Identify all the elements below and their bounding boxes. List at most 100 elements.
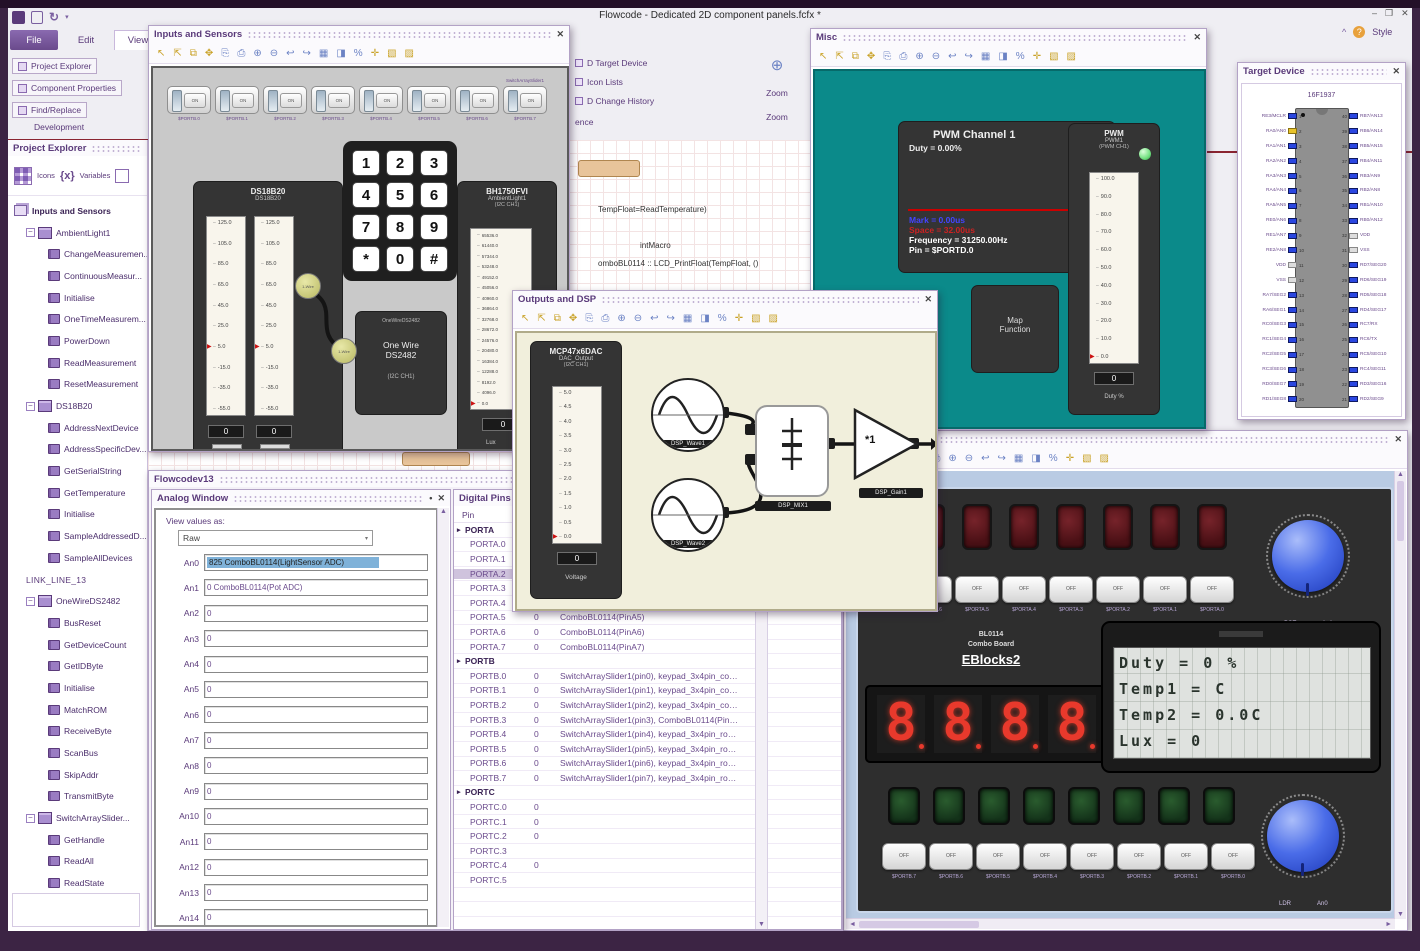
toolbar-icon[interactable]: % xyxy=(354,48,363,59)
toolbar-icon[interactable]: ◨ xyxy=(700,313,709,324)
toolbar-icon[interactable]: ✛ xyxy=(735,313,743,324)
toolbar-icon[interactable]: ▨ xyxy=(405,48,414,59)
analog-value-field[interactable]: 0 xyxy=(204,630,428,648)
tree-item-ambientlight1[interactable]: – AmbientLight1 xyxy=(8,222,147,244)
analog-window-titlebar[interactable]: Analog Window • ✕ xyxy=(152,490,450,506)
close-button[interactable]: ✕ xyxy=(1401,8,1409,19)
tree-item-getdevicecount[interactable]: GetDeviceCount xyxy=(8,634,147,656)
tree-item-readstate[interactable]: ReadState xyxy=(8,872,147,894)
pwm-slider-component[interactable]: PWM PWM1 (PWM CH1) –100.0–90.0–80.0–70.0… xyxy=(1068,123,1160,415)
chip-pin-39[interactable]: 39 RB6/AN14 xyxy=(1337,124,1401,139)
digital-pin-row-portc-4[interactable]: PORTC.4 0 xyxy=(454,859,841,874)
restore-button[interactable]: ❐ xyxy=(1385,8,1393,19)
checkbox-icon[interactable] xyxy=(575,97,583,105)
digital-pin-row-portc-0[interactable]: PORTC.0 0 xyxy=(454,800,841,815)
project-explorer-button[interactable]: Project Explorer xyxy=(12,58,98,74)
toolbar-icon[interactable]: % xyxy=(1016,51,1025,62)
tree-item-powerdown[interactable]: PowerDown xyxy=(8,330,147,352)
toolbar-icon[interactable]: ↖ xyxy=(157,48,165,59)
toolbar-icon[interactable]: ⎙ xyxy=(237,48,245,59)
chip-pin-13[interactable]: RA7/SEG2 13 xyxy=(1244,288,1309,303)
analog-row-an5[interactable]: An5 0 xyxy=(162,680,428,698)
chip-pin-2[interactable]: RA0/AN0 2 xyxy=(1244,124,1309,139)
horizontal-scrollbar[interactable]: ◄ ► xyxy=(846,918,1395,929)
tree-item-onewireds2482[interactable]: – OneWireDS2482 xyxy=(8,590,147,612)
analog-row-an4[interactable]: An4 0 xyxy=(162,655,428,673)
board-button--portb-2[interactable]: OFF $PORTB.2 xyxy=(1117,843,1161,880)
view-values-dropdown[interactable]: Raw ▾ xyxy=(178,530,373,546)
tree-item-initialise[interactable]: Initialise xyxy=(8,504,147,526)
outputs-window-titlebar[interactable]: Outputs and DSP ✕ xyxy=(513,291,937,308)
toolbar-icon[interactable]: ↩ xyxy=(650,313,658,324)
project-explorer-header[interactable]: Project Explorer xyxy=(8,140,147,156)
duty-value[interactable]: 0 xyxy=(1094,372,1134,385)
close-icon[interactable]: ✕ xyxy=(1193,32,1201,43)
onewire-connector[interactable]: 1-Wire xyxy=(331,338,357,364)
analog-value-field[interactable]: 0 xyxy=(204,858,428,876)
toolbar-icon[interactable]: ▧ xyxy=(751,313,760,324)
chip-pin-26[interactable]: 26 RC7/RX xyxy=(1337,317,1401,332)
digital-pin-row-portc-1[interactable]: PORTC.1 0 xyxy=(454,815,841,830)
board-button--porta-2[interactable]: OFF $PORTA.2 xyxy=(1096,576,1140,613)
toolbar-icon[interactable]: ✥ xyxy=(867,51,875,62)
chip-pin-33[interactable]: 33 RB0/AN12 xyxy=(1337,213,1401,228)
toggle-icon-lists[interactable]: Icon Lists xyxy=(575,77,654,87)
analog-value-field[interactable]: 0 xyxy=(204,757,428,775)
toolbar-icon[interactable]: ⊖ xyxy=(634,313,642,324)
vertical-scrollbar[interactable]: ▲ xyxy=(437,508,449,927)
chip-pin-20[interactable]: RD1/SEG8 20 xyxy=(1244,392,1309,407)
toolbar-icon[interactable]: ↪ xyxy=(302,48,310,59)
analog-row-an3[interactable]: An3 0 xyxy=(162,630,428,648)
expander-icon[interactable]: – xyxy=(26,228,35,238)
chip-pin-8[interactable]: RE0/AN6 8 xyxy=(1244,213,1309,228)
close-icon[interactable]: ✕ xyxy=(1392,66,1400,77)
chip-pin-29[interactable]: 29 RD6/SEG19 xyxy=(1337,273,1401,288)
digital-pin-row-porta-7[interactable]: PORTA.7 0 ComboBL0114(PinA7) xyxy=(454,640,841,655)
analog-row-an12[interactable]: An12 0 xyxy=(162,858,428,876)
board-button--portb-7[interactable]: OFF $PORTB.7 xyxy=(882,843,926,880)
digital-pin-row-portb-3[interactable]: PORTB.3 0 SwitchArraySlider1(pin3), ComboB… xyxy=(454,713,841,728)
tree-item-ds18b20[interactable]: – DS18B20 xyxy=(8,395,147,417)
chip-pin-16[interactable]: RC1/SEG4 16 xyxy=(1244,332,1309,347)
digital-pin-row-portb-2[interactable]: PORTB.2 0 SwitchArraySlider1(pin2), keypad… xyxy=(454,698,841,713)
toolbar-icon[interactable]: ⎙ xyxy=(899,51,907,62)
flowchart-block[interactable] xyxy=(578,160,640,177)
outputs-canvas[interactable]: MCP47x6DAC DAC_Output (I2C CH1) –5.0–4.5… xyxy=(515,331,937,611)
undo-redo-icon[interactable]: ↻ xyxy=(49,10,59,24)
toolbar-icon[interactable]: ✛ xyxy=(371,48,379,59)
toolbar-icon[interactable]: ▦ xyxy=(1014,453,1023,464)
chip-pin-25[interactable]: 25 RC6/TX xyxy=(1337,332,1401,347)
analog-row-an10[interactable]: An10 0 xyxy=(162,807,428,825)
board-button--porta-3[interactable]: OFF $PORTA.3 xyxy=(1049,576,1093,613)
tree-item-changemeasuremen-[interactable]: ChangeMeasuremen... xyxy=(8,243,147,265)
toolbar-icon[interactable]: ⇱ xyxy=(173,48,181,59)
analog-value-field[interactable]: 0 xyxy=(204,833,428,851)
toolbar-icon[interactable]: ↖ xyxy=(819,51,827,62)
analog-row-an11[interactable]: An11 0 xyxy=(162,833,428,851)
analog-row-an13[interactable]: An13 0 xyxy=(162,884,428,902)
chip-pin-30[interactable]: 30 RD7/SEG20 xyxy=(1337,258,1401,273)
chip-pin-9[interactable]: RE1/AN7 9 xyxy=(1244,228,1309,243)
analog-value-field[interactable]: 0 xyxy=(204,731,428,749)
board-button--portb-6[interactable]: OFF $PORTB.6 xyxy=(929,843,973,880)
ldr-knob[interactable] xyxy=(1267,800,1339,872)
digital-pin-row-portb-1[interactable]: PORTB.1 0 SwitchArraySlider1(pin1), keypad… xyxy=(454,684,841,699)
toolbar-icon[interactable]: ◨ xyxy=(336,48,345,59)
onewire-connector[interactable]: 1-Wire xyxy=(295,273,321,299)
tree-item-scanbus[interactable]: ScanBus xyxy=(8,742,147,764)
toolbar-icon[interactable]: ⎘ xyxy=(221,48,229,59)
chip-pin-38[interactable]: 38 RB5/AN15 xyxy=(1337,139,1401,154)
analog-row-an6[interactable]: An6 0 xyxy=(162,706,428,724)
board-button--porta-1[interactable]: OFF $PORTA.1 xyxy=(1143,576,1187,613)
chip-pin-15[interactable]: RC0/SEG3 15 xyxy=(1244,317,1309,332)
toolbar-icon[interactable]: ⎙ xyxy=(601,313,609,324)
board-button--porta-0[interactable]: OFF $PORTA.0 xyxy=(1190,576,1234,613)
chip-pin-5[interactable]: RA3/AN3 5 xyxy=(1244,169,1309,184)
analog-value-field[interactable]: 0 ComboBL0114(Pot ADC) xyxy=(204,579,428,597)
digital-pin-row-porta-6[interactable]: PORTA.6 0 ComboBL0114(PinA6) xyxy=(454,625,841,640)
tree-item-gethandle[interactable]: GetHandle xyxy=(8,829,147,851)
collapse-ribbon-icon[interactable]: ^ xyxy=(1342,27,1346,37)
analog-value-field[interactable]: 0 xyxy=(204,782,428,800)
vertical-scrollbar[interactable]: ▲▼ xyxy=(1394,471,1406,919)
toolbar-icon[interactable]: ▧ xyxy=(387,48,396,59)
